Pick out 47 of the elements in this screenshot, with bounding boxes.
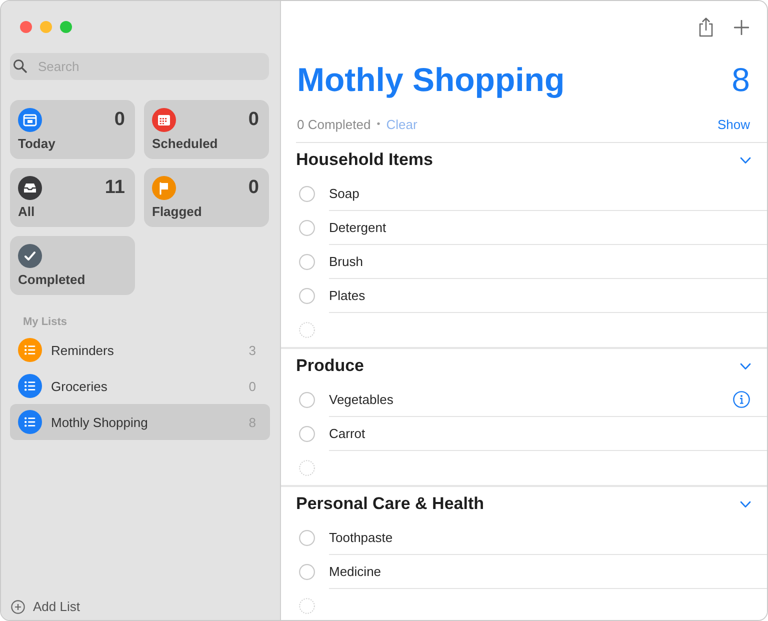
checkbox[interactable] — [299, 186, 315, 202]
reminder-title: Brush — [329, 254, 363, 269]
reminder-title: Vegetables — [329, 392, 394, 407]
chevron-down-icon[interactable] — [740, 156, 751, 164]
checkbox[interactable] — [299, 392, 315, 408]
bullet-separator: • — [376, 118, 380, 132]
smart-list-tile[interactable]: 0 Today — [10, 100, 135, 159]
chevron-down-icon[interactable] — [740, 362, 751, 370]
chevron-down-icon[interactable] — [740, 500, 751, 508]
dotted-circle-icon — [299, 322, 315, 338]
list-title: Mothly Shopping — [297, 60, 565, 100]
section-title: Household Items — [296, 150, 433, 170]
info-icon[interactable] — [733, 391, 750, 408]
reminder-title: Plates — [329, 288, 366, 303]
completed-count: 0 Completed — [297, 117, 371, 133]
section-title: Personal Care & Health — [296, 494, 484, 514]
section-title: Produce — [296, 356, 364, 376]
checkbox[interactable] — [299, 426, 315, 442]
reminder-title: Carrot — [329, 426, 366, 441]
sidebar-list-item[interactable]: Groceries 0 — [10, 368, 270, 404]
dotted-circle-icon — [299, 598, 315, 614]
reminder-count: 8 — [732, 60, 750, 100]
add-icon[interactable] — [734, 20, 749, 34]
reminder-title: Toothpaste — [329, 530, 393, 545]
smart-list-tile[interactable]: Completed — [10, 236, 135, 295]
reminder-title: Medicine — [329, 564, 382, 579]
checkbox[interactable] — [299, 254, 315, 270]
smart-list-tile[interactable]: 0 Scheduled — [144, 100, 269, 159]
share-icon[interactable] — [698, 17, 714, 37]
smart-list-tile[interactable]: 0 Flagged — [144, 168, 269, 227]
close-icon[interactable] — [20, 21, 32, 33]
zoom-icon[interactable] — [60, 21, 72, 33]
show-button[interactable]: Show — [717, 117, 750, 133]
dotted-circle-icon — [299, 460, 315, 476]
add-list-button[interactable]: Add List — [10, 599, 80, 614]
sidebar-list-item[interactable]: Reminders 3 — [10, 332, 270, 368]
checkbox[interactable] — [299, 220, 315, 236]
checkbox[interactable] — [299, 530, 315, 546]
reminder-title: Soap — [329, 186, 360, 201]
checkbox[interactable] — [299, 564, 315, 580]
reminder-title: Detergent — [329, 220, 386, 235]
search-icon — [13, 59, 27, 73]
section-header: My Lists — [23, 315, 68, 329]
plus-circle-icon — [11, 600, 25, 614]
smart-list-tile[interactable]: 11 All — [10, 168, 135, 227]
minimize-icon[interactable] — [40, 21, 52, 33]
checkbox[interactable] — [299, 288, 315, 304]
